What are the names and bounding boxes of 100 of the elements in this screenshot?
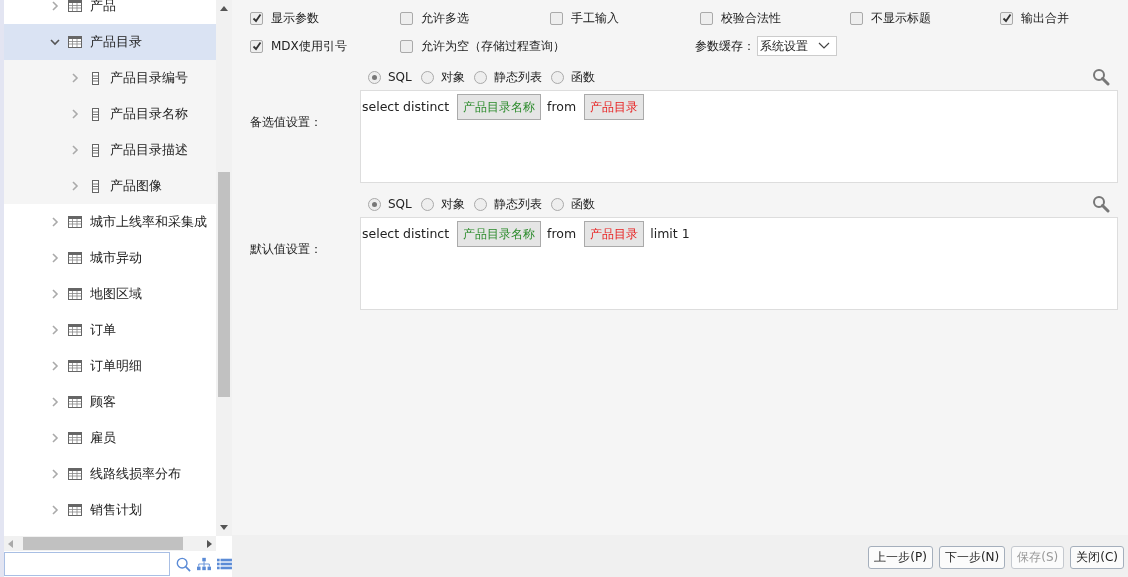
mode-radio[interactable]: SQL bbox=[368, 197, 412, 211]
section-label: 默认值设置： bbox=[250, 241, 323, 258]
search-field[interactable] bbox=[4, 552, 170, 576]
tree-item[interactable]: 产品目录名称 bbox=[4, 96, 216, 132]
tree-item-label: 销售计划 bbox=[90, 501, 142, 519]
search-icon[interactable] bbox=[176, 555, 191, 573]
option-checkbox[interactable]: 不显示标题 bbox=[850, 8, 1000, 28]
mode-label: 函数 bbox=[570, 195, 595, 213]
chevron-right-icon[interactable] bbox=[50, 397, 60, 407]
table-chip[interactable]: 产品目录 bbox=[584, 94, 645, 120]
horizontal-scrollbar[interactable] bbox=[4, 536, 216, 551]
option-label: 输出合并 bbox=[1021, 9, 1069, 27]
option-label: MDX使用引号 bbox=[271, 37, 347, 55]
chevron-right-icon[interactable] bbox=[50, 1, 60, 11]
column-icon bbox=[92, 107, 99, 121]
mode-label: 对象 bbox=[440, 68, 465, 86]
radio-button[interactable] bbox=[550, 197, 564, 211]
option-checkbox[interactable]: 显示参数 bbox=[250, 8, 400, 28]
mode-radio[interactable]: SQL bbox=[368, 70, 412, 84]
radio-button[interactable] bbox=[420, 197, 434, 211]
mode-radio[interactable]: 函数 bbox=[550, 195, 595, 213]
radio-button[interactable] bbox=[550, 70, 564, 84]
radio-button[interactable] bbox=[473, 197, 487, 211]
chevron-right-icon[interactable] bbox=[50, 433, 60, 443]
radio-button[interactable] bbox=[473, 70, 487, 84]
chevron-right-icon[interactable] bbox=[50, 253, 60, 263]
chevron-right-icon[interactable] bbox=[70, 109, 80, 119]
tree-item-label: 雇员 bbox=[90, 429, 116, 447]
chevron-right-icon[interactable] bbox=[50, 469, 60, 479]
hierarchy-icon[interactable] bbox=[196, 557, 212, 571]
sql-editor[interactable]: select distinct 产品目录名称 from 产品目录 limit 1 bbox=[360, 217, 1118, 310]
sql-keyword: select distinct bbox=[362, 98, 450, 116]
option-label: 允许多选 bbox=[421, 9, 469, 27]
chevron-right-icon[interactable] bbox=[70, 145, 80, 155]
tree-item[interactable]: 产品图像 bbox=[4, 168, 216, 204]
footer-button[interactable]: 关闭(C) bbox=[1070, 545, 1124, 569]
footer-button[interactable]: 上一步(P) bbox=[868, 545, 933, 569]
tree-item-label: 产品目录 bbox=[90, 33, 142, 51]
table-icon bbox=[68, 468, 82, 480]
tree-item[interactable]: 产品目录 bbox=[4, 24, 216, 60]
table-icon bbox=[68, 36, 82, 48]
sql-keyword: from bbox=[547, 98, 577, 116]
option-label: 显示参数 bbox=[271, 9, 319, 27]
tree-item-label: 城市上线率和采集成 bbox=[90, 213, 207, 231]
chevron-down-icon[interactable] bbox=[50, 37, 60, 47]
radio-button[interactable] bbox=[368, 70, 381, 84]
option-label: 校验合法性 bbox=[721, 9, 781, 27]
option-checkbox[interactable]: 校验合法性 bbox=[700, 8, 850, 28]
chevron-right-icon[interactable] bbox=[50, 361, 60, 371]
checkbox[interactable] bbox=[700, 11, 713, 25]
list-icon[interactable] bbox=[217, 558, 232, 570]
chevron-right-icon[interactable] bbox=[50, 217, 60, 227]
mode-radio[interactable]: 对象 bbox=[420, 195, 465, 213]
chevron-right-icon[interactable] bbox=[70, 181, 80, 191]
radio-button[interactable] bbox=[368, 197, 381, 211]
column-icon bbox=[92, 143, 99, 157]
footer-button[interactable]: 下一步(N) bbox=[938, 545, 1006, 569]
sql-keyword: limit 1 bbox=[650, 225, 690, 243]
chevron-right-icon[interactable] bbox=[50, 505, 60, 515]
checkbox[interactable] bbox=[250, 11, 263, 25]
checkbox[interactable] bbox=[550, 11, 563, 25]
checkbox[interactable] bbox=[1000, 11, 1013, 25]
tree-item-label: 顾客 bbox=[90, 393, 116, 411]
mode-radio[interactable]: 函数 bbox=[550, 68, 595, 86]
chevron-right-icon[interactable] bbox=[50, 325, 60, 335]
search-icon[interactable] bbox=[1092, 68, 1110, 86]
option-checkbox[interactable]: 允许多选 bbox=[400, 8, 550, 28]
column-icon bbox=[92, 71, 99, 85]
table-icon bbox=[68, 396, 82, 408]
tree-item-label: 产品图像 bbox=[110, 177, 162, 195]
chevron-right-icon[interactable] bbox=[50, 289, 60, 299]
mode-label: 函数 bbox=[570, 68, 595, 86]
field-chip[interactable]: 产品目录名称 bbox=[457, 94, 542, 120]
table-icon bbox=[68, 324, 82, 336]
chevron-down-icon bbox=[818, 42, 830, 50]
field-chip[interactable]: 产品目录名称 bbox=[457, 221, 542, 247]
option-checkbox[interactable]: MDX使用引号 bbox=[250, 36, 400, 56]
mode-radio[interactable]: 对象 bbox=[420, 68, 465, 86]
section-label: 备选值设置： bbox=[250, 114, 323, 131]
tree-item[interactable]: 产品目录编号 bbox=[4, 60, 216, 96]
mode-radio[interactable]: 静态列表 bbox=[473, 68, 542, 86]
option-checkbox[interactable]: 手工输入 bbox=[550, 8, 700, 28]
checkbox[interactable] bbox=[400, 39, 413, 53]
checkbox[interactable] bbox=[250, 39, 263, 53]
tree-item-label: 城市异动 bbox=[90, 249, 142, 267]
table-chip[interactable]: 产品目录 bbox=[584, 221, 645, 247]
option-checkbox[interactable]: 输出合并 bbox=[1000, 8, 1118, 28]
tree-item-label: 订单明细 bbox=[90, 357, 142, 375]
search-icon[interactable] bbox=[1092, 195, 1110, 213]
tree-item[interactable]: 产品目录描述 bbox=[4, 132, 216, 168]
checkbox[interactable] bbox=[850, 11, 863, 25]
checkbox[interactable] bbox=[400, 11, 413, 25]
table-icon bbox=[68, 252, 82, 264]
cache-dropdown[interactable]: 系统设置 bbox=[757, 36, 837, 56]
sql-editor[interactable]: select distinct 产品目录名称 from 产品目录 bbox=[360, 90, 1118, 183]
table-icon bbox=[68, 360, 82, 372]
vertical-scrollbar[interactable] bbox=[216, 0, 232, 536]
chevron-right-icon[interactable] bbox=[70, 73, 80, 83]
mode-radio[interactable]: 静态列表 bbox=[473, 195, 542, 213]
radio-button[interactable] bbox=[420, 70, 434, 84]
